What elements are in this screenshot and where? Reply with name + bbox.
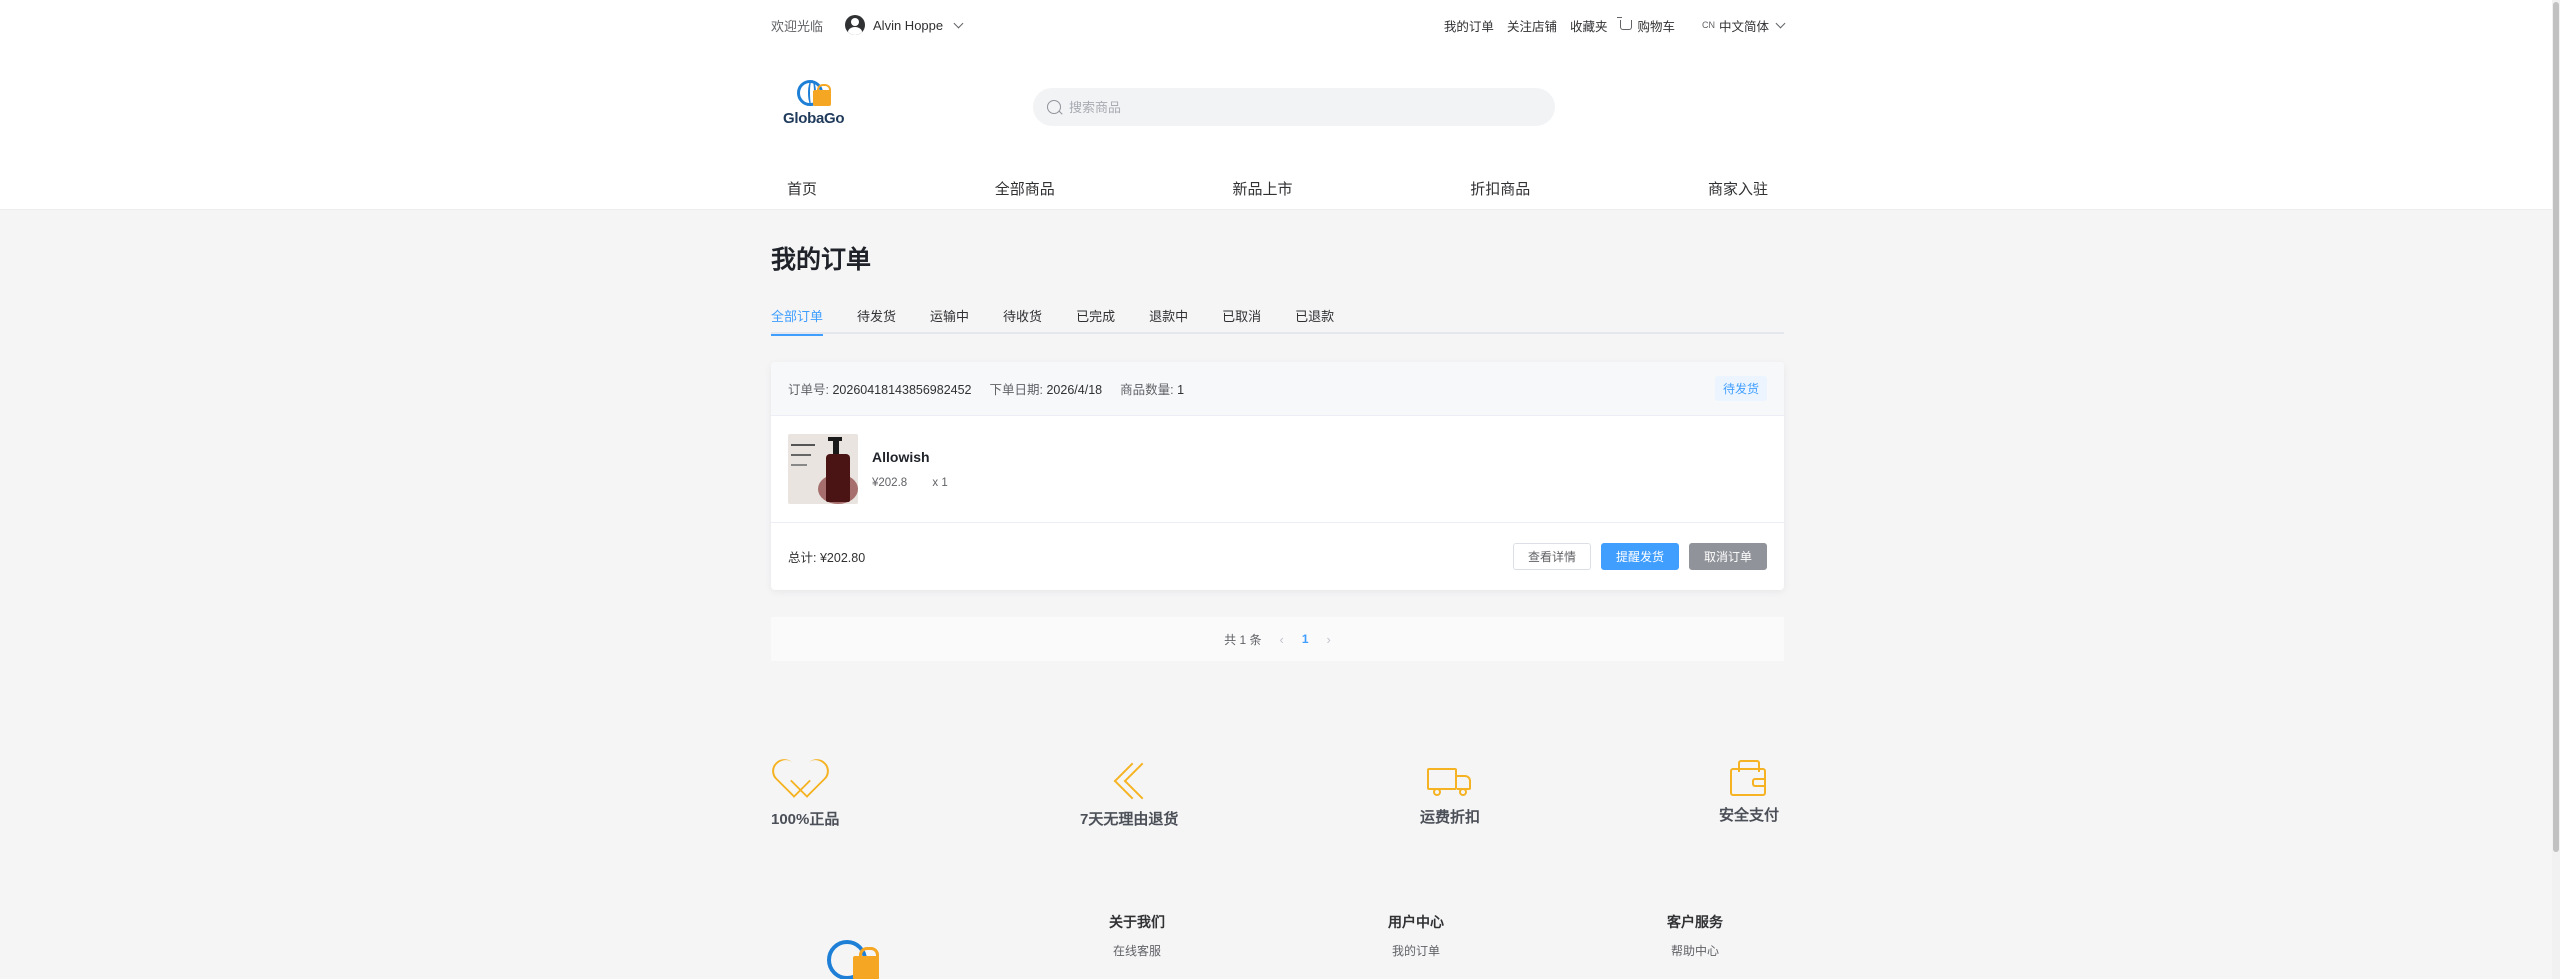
status-badge: 待发货 (1714, 376, 1767, 401)
link-my-orders[interactable]: 我的订单 (1444, 16, 1494, 35)
footer-customer-service: 客户服务 帮助中心 (1667, 912, 1723, 959)
chevron-down-icon (953, 18, 964, 28)
view-details-button[interactable]: 查看详情 (1512, 542, 1591, 570)
next-page-button[interactable]: › (1327, 632, 1331, 647)
page-title: 我的订单 (771, 246, 872, 274)
search-input[interactable] (1069, 99, 1509, 115)
language-selector[interactable]: CN 中文简体 (1701, 16, 1786, 35)
footer-user-center: 用户中心 我的订单 (1388, 912, 1444, 959)
order-footer: 总计: ¥202.80 查看详情 提醒发货 取消订单 (771, 523, 1784, 589)
heart-icon (783, 760, 827, 800)
main-nav: 首页 全部商品 新品上市 折扣商品 商家入驻 (771, 170, 1784, 206)
user-name: Alvin Hoppe (873, 17, 944, 33)
nav-merchant-join[interactable]: 商家入驻 (1708, 178, 1768, 199)
tab-pending-shipment[interactable]: 待发货 (857, 304, 896, 334)
chevron-down-icon (1775, 18, 1786, 28)
cart-label: 购物车 (1637, 19, 1675, 34)
feature-label: 安全支付 (1719, 807, 1780, 824)
prev-page-button[interactable]: ‹ (1279, 632, 1283, 647)
pagination: 共 1 条 ‹ 1 › (771, 617, 1784, 661)
feature-shipping-discount: 运费折扣 (1420, 760, 1480, 827)
cart-link[interactable]: 购物车 (1617, 16, 1675, 35)
product-quantity: x 1 (932, 477, 948, 489)
order-item[interactable]: Allowish ¥202.8 x 1 (771, 416, 1784, 523)
feature-label: 运费折扣 (1420, 809, 1481, 826)
language-label: 中文简体 (1718, 19, 1769, 34)
shopping-bag-icon (853, 947, 879, 979)
truck-icon (1427, 768, 1473, 798)
tab-cancelled[interactable]: 已取消 (1222, 304, 1261, 334)
order-number: 订单号: 20260418143856982452 (788, 383, 972, 397)
pagination-total: 共 1 条 (1224, 632, 1262, 647)
feature-authentic: 100%正品 (771, 760, 839, 829)
language-code: CN (1701, 20, 1715, 30)
brand-name: GlobaGo (783, 110, 845, 127)
search-icon (1047, 100, 1061, 114)
order-tabs: 全部订单 待发货 运输中 待收货 已完成 退款中 已取消 已退款 (771, 304, 1784, 336)
footer-link-my-orders[interactable]: 我的订单 (1392, 942, 1440, 959)
feature-secure-payment: 安全支付 (1719, 760, 1779, 825)
link-favorites[interactable]: 收藏夹 (1570, 16, 1608, 35)
tab-refunding[interactable]: 退款中 (1149, 304, 1188, 334)
order-date: 下单日期: 2026/4/18 (989, 383, 1103, 397)
cancel-order-button[interactable]: 取消订单 (1688, 542, 1767, 570)
footer-heading: 用户中心 (1388, 914, 1444, 930)
product-price: ¥202.8 (872, 477, 908, 489)
nav-new-arrivals[interactable]: 新品上市 (1232, 178, 1292, 199)
tab-in-transit[interactable]: 运输中 (930, 304, 969, 334)
remind-shipment-button[interactable]: 提醒发货 (1600, 542, 1679, 570)
footer-heading: 关于我们 (1109, 914, 1165, 930)
order-total: 总计: ¥202.80 (788, 550, 866, 565)
order-card: 订单号: 20260418143856982452 下单日期: 2026/4/1… (771, 362, 1784, 590)
tab-all-orders[interactable]: 全部订单 (771, 304, 824, 336)
feature-label: 7天无理由退货 (1080, 811, 1179, 828)
cart-icon (1617, 17, 1633, 30)
product-name[interactable]: Allowish (872, 449, 948, 465)
shopping-bag-icon (813, 84, 831, 106)
nav-discounts[interactable]: 折扣商品 (1470, 178, 1530, 199)
scrollbar-thumb[interactable] (2553, 2, 2559, 852)
tab-completed[interactable]: 已完成 (1076, 304, 1115, 334)
footer-link-help-center[interactable]: 帮助中心 (1671, 942, 1719, 959)
link-followed-stores[interactable]: 关注店铺 (1507, 16, 1557, 35)
feature-returns: 7天无理由退货 (1080, 760, 1178, 829)
tab-awaiting-receipt[interactable]: 待收货 (1003, 304, 1042, 334)
product-image[interactable] (788, 434, 858, 504)
order-quantity: 商品数量: 1 (1120, 383, 1185, 397)
footer-about: 关于我们 在线客服 (1109, 912, 1165, 959)
footer-heading: 客户服务 (1667, 914, 1723, 930)
footer-logo[interactable] (825, 938, 889, 979)
feature-label: 100%正品 (771, 811, 840, 828)
site-logo[interactable]: GlobaGo (783, 78, 851, 130)
welcome-text: 欢迎光临 (771, 18, 824, 34)
order-header: 订单号: 20260418143856982452 下单日期: 2026/4/1… (771, 362, 1784, 416)
top-bar: 欢迎光临 Alvin Hoppe 我的订单 关注店铺 收藏夹 购物车 CN 中文… (771, 0, 1786, 50)
nav-home[interactable]: 首页 (787, 178, 817, 199)
site-header: GlobaGo (771, 78, 1784, 138)
search-box[interactable] (1033, 88, 1555, 126)
user-avatar-icon (845, 15, 866, 35)
double-chevron-left-icon (1109, 760, 1161, 800)
tab-refunded[interactable]: 已退款 (1295, 304, 1334, 334)
nav-all-products[interactable]: 全部商品 (995, 178, 1055, 199)
page-scrollbar[interactable] (2552, 0, 2560, 979)
wallet-icon (1730, 760, 1768, 796)
user-menu[interactable]: Alvin Hoppe (845, 15, 964, 35)
footer-link-online-service[interactable]: 在线客服 (1113, 942, 1161, 959)
page-number[interactable]: 1 (1302, 632, 1309, 646)
